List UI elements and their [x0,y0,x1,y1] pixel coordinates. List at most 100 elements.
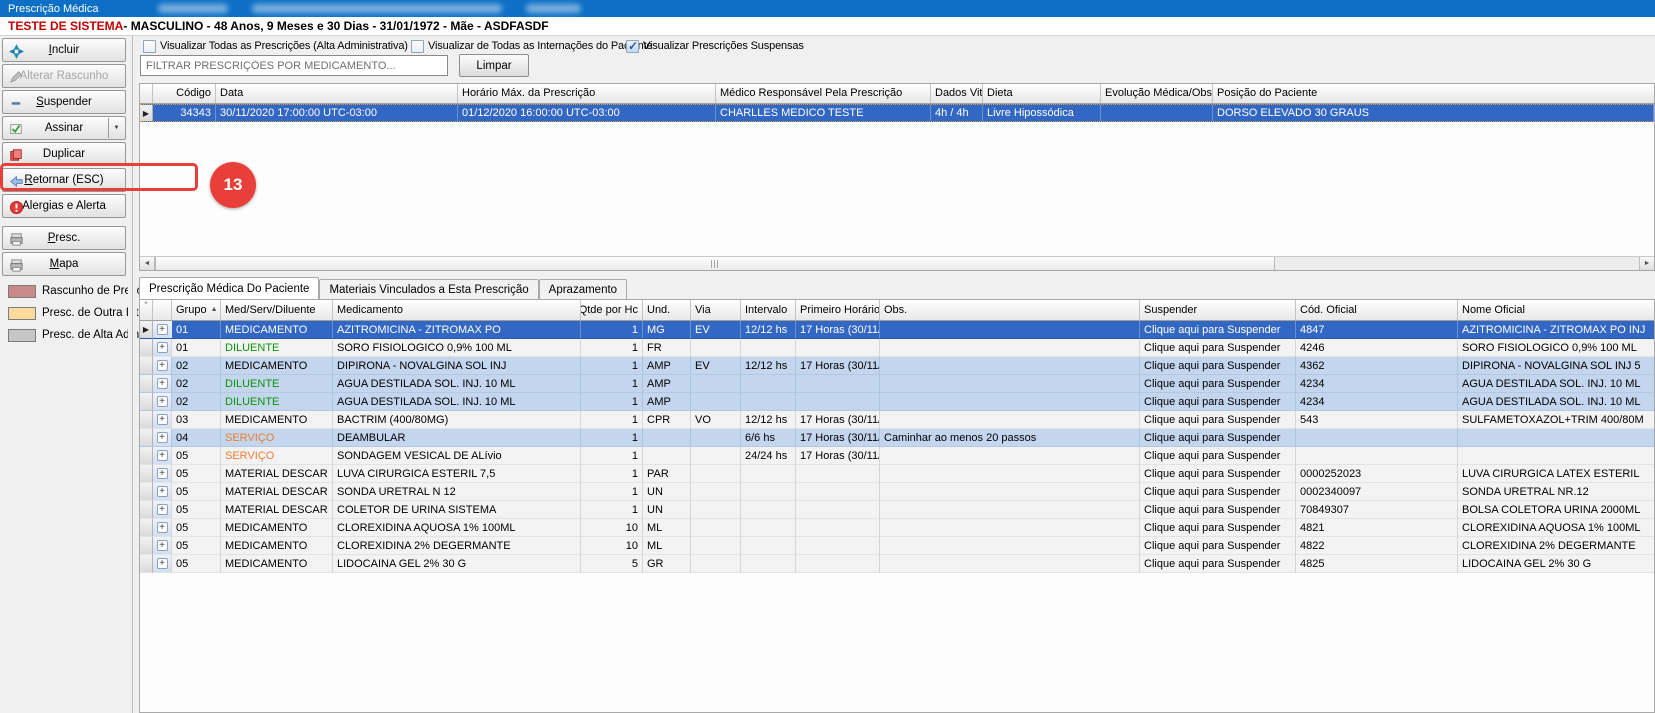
row-expander[interactable]: + [153,465,172,483]
cell-intervalo: 12/12 hs [741,321,796,339]
column-header-primeiro-horario[interactable]: Primeiro Horário [796,300,880,320]
suspend-link[interactable]: Clique aqui para Suspender [1140,537,1296,555]
row-expander[interactable]: + [153,555,172,573]
row-expander[interactable]: + [153,411,172,429]
suspend-link[interactable]: Clique aqui para Suspender [1140,339,1296,357]
column-header-suspender[interactable]: Suspender [1140,300,1296,320]
filter-checkbox[interactable]: ✓ Visualizar de Todas as Internações do … [411,39,652,53]
assinar-button[interactable]: Assinar ▼ [2,116,126,140]
suspend-link[interactable]: Clique aqui para Suspender [1140,483,1296,501]
suspend-link[interactable]: Clique aqui para Suspender [1140,411,1296,429]
row-expander[interactable]: + [153,483,172,501]
column-header-nome-oficial[interactable]: Nome Oficial [1458,300,1654,320]
cell-medicamento: CLOREXIDINA 2% DEGERMANTE [333,537,581,555]
row-expander[interactable]: + [153,321,172,339]
column-header-cod-oficial[interactable]: Cód. Oficial [1296,300,1458,320]
column-header-grupo[interactable]: Grupo▲ [172,300,221,320]
filter-checkbox[interactable]: ✓ Visualizar Todas as Prescrições (Alta … [143,39,408,53]
row-expander[interactable]: + [153,393,172,411]
prescription-row-selected[interactable]: ▶ 34343 30/11/2020 17:00:00 UTC-03:00 01… [140,104,1654,122]
column-header-posicao[interactable]: Posição do Paciente [1213,84,1654,103]
column-header-dados-vitais[interactable]: Dados Vitais [931,84,983,103]
header-expander [153,300,172,320]
horizontal-scrollbar[interactable]: ◄ ► [140,256,1654,270]
filter-checkbox[interactable]: ✓ Visualizar Prescrições Suspensas [626,39,804,53]
tab-materiais-vinculados[interactable]: Materiais Vinculados a Esta Prescrição [319,279,538,299]
scroll-left-arrow-icon[interactable]: ◄ [140,257,155,270]
presc-print-button[interactable]: Presc. [2,226,126,250]
table-row[interactable]: + 02 DILUENTE AGUA DESTILADA SOL. INJ. 1… [140,375,1654,393]
row-expander[interactable]: + [153,447,172,465]
table-row[interactable]: + 05 MEDICAMENTO CLOREXIDINA AQUOSA 1% 1… [140,519,1654,537]
column-header-med-serv-diluente[interactable]: Med/Serv/Diluente [221,300,333,320]
duplicar-button[interactable]: Duplicar [2,142,126,166]
medication-filter-input[interactable] [140,55,448,76]
column-header-intervalo[interactable]: Intervalo [741,300,796,320]
table-row[interactable]: + 05 MEDICAMENTO CLOREXIDINA 2% DEGERMAN… [140,537,1654,555]
scrollbar-thumb[interactable] [155,257,1275,270]
row-expander[interactable]: + [153,537,172,555]
table-row[interactable]: + 02 MEDICAMENTO DIPIRONA - NOVALGINA SO… [140,357,1654,375]
table-row[interactable]: + 05 MEDICAMENTO LIDOCAINA GEL 2% 30 G 5… [140,555,1654,573]
cell-via [691,393,741,411]
mapa-print-button[interactable]: Mapa [2,252,126,276]
table-row[interactable]: + 05 MATERIAL DESCAR LUVA CIRURGICA ESTE… [140,465,1654,483]
cell-primeiro-horario: 17 Horas (30/11/2020) [796,447,880,465]
table-row[interactable]: + 02 DILUENTE AGUA DESTILADA SOL. INJ. 1… [140,393,1654,411]
column-header-horario-max[interactable]: Horário Máx. da Prescrição [458,84,716,103]
column-header-evolucao[interactable]: Evolução Médica/Observação [1101,84,1213,103]
cell-med-serv-diluente: SERVIÇO [221,447,333,465]
column-header-medicamento[interactable]: Medicamento [333,300,581,320]
suspend-link[interactable]: Clique aqui para Suspender [1140,429,1296,447]
column-header-medico[interactable]: Médico Responsável Pela Prescrição [716,84,931,103]
legend-item: Presc. de Alta Adm. [8,328,128,342]
column-header-dieta[interactable]: Dieta [983,84,1101,103]
table-row[interactable]: + 05 SERVIÇO SONDAGEM VESICAL DE ALívio … [140,447,1654,465]
cell-obs [880,357,1140,375]
cell-intervalo [741,537,796,555]
row-expander[interactable]: + [153,429,172,447]
incluir-button[interactable]: Incluir [2,38,126,62]
suspend-link[interactable]: Clique aqui para Suspender [1140,555,1296,573]
cell-med-serv-diluente: MEDICAMENTO [221,555,333,573]
row-indicator: ▶ [140,321,153,339]
cell-med-serv-diluente: MATERIAL DESCAR [221,483,333,501]
column-header-codigo[interactable]: Código [153,84,216,103]
suspend-link[interactable]: Clique aqui para Suspender [1140,501,1296,519]
retornar-button[interactable]: Retornar (ESC) [2,168,126,192]
column-header-via[interactable]: Via [691,300,741,320]
alergias-alerta-button[interactable]: Alergias e Alerta [2,194,126,218]
table-row[interactable]: ▶ + 01 MEDICAMENTO AZITROMICINA - ZITROM… [140,321,1654,339]
column-header-und[interactable]: Und. [643,300,691,320]
table-row[interactable]: + 05 MATERIAL DESCAR COLETOR DE URINA SI… [140,501,1654,519]
cell-nome-oficial: AGUA DESTILADA SOL. INJ. 10 ML [1458,375,1654,393]
suspender-button[interactable]: Suspender [2,90,126,114]
column-header-qtde[interactable]: Qtde por Hc [581,300,643,320]
assinar-dropdown-arrow[interactable]: ▼ [108,118,124,138]
suspend-link[interactable]: Clique aqui para Suspender [1140,357,1296,375]
suspend-link[interactable]: Clique aqui para Suspender [1140,447,1296,465]
cell-grupo: 04 [172,429,221,447]
table-row[interactable]: + 05 MATERIAL DESCAR SONDA URETRAL N 12 … [140,483,1654,501]
column-header-data[interactable]: Data [216,84,458,103]
suspend-link[interactable]: Clique aqui para Suspender [1140,375,1296,393]
expand-plus-icon: + [157,360,168,371]
suspend-link[interactable]: Clique aqui para Suspender [1140,519,1296,537]
tab-prescricao-medica[interactable]: Prescrição Médica Do Paciente [139,277,319,299]
suspend-link[interactable]: Clique aqui para Suspender [1140,321,1296,339]
table-row[interactable]: + 03 MEDICAMENTO BACTRIM (400/80MG) 1 CP… [140,411,1654,429]
clear-filter-button[interactable]: Limpar [459,54,529,77]
tab-aprazamento[interactable]: Aprazamento [539,279,627,299]
table-row[interactable]: + 04 SERVIÇO DEAMBULAR 1 6/6 hs 17 Horas… [140,429,1654,447]
row-expander[interactable]: + [153,339,172,357]
row-expander[interactable]: + [153,357,172,375]
column-header-obs[interactable]: Obs. [880,300,1140,320]
row-expander[interactable]: + [153,375,172,393]
row-expander[interactable]: + [153,501,172,519]
table-row[interactable]: + 01 DILUENTE SORO FISIOLOGICO 0,9% 100 … [140,339,1654,357]
pane-splitter[interactable] [128,36,137,713]
scroll-right-arrow-icon[interactable]: ► [1639,257,1654,270]
row-expander[interactable]: + [153,519,172,537]
suspend-link[interactable]: Clique aqui para Suspender [1140,465,1296,483]
suspend-link[interactable]: Clique aqui para Suspender [1140,393,1296,411]
